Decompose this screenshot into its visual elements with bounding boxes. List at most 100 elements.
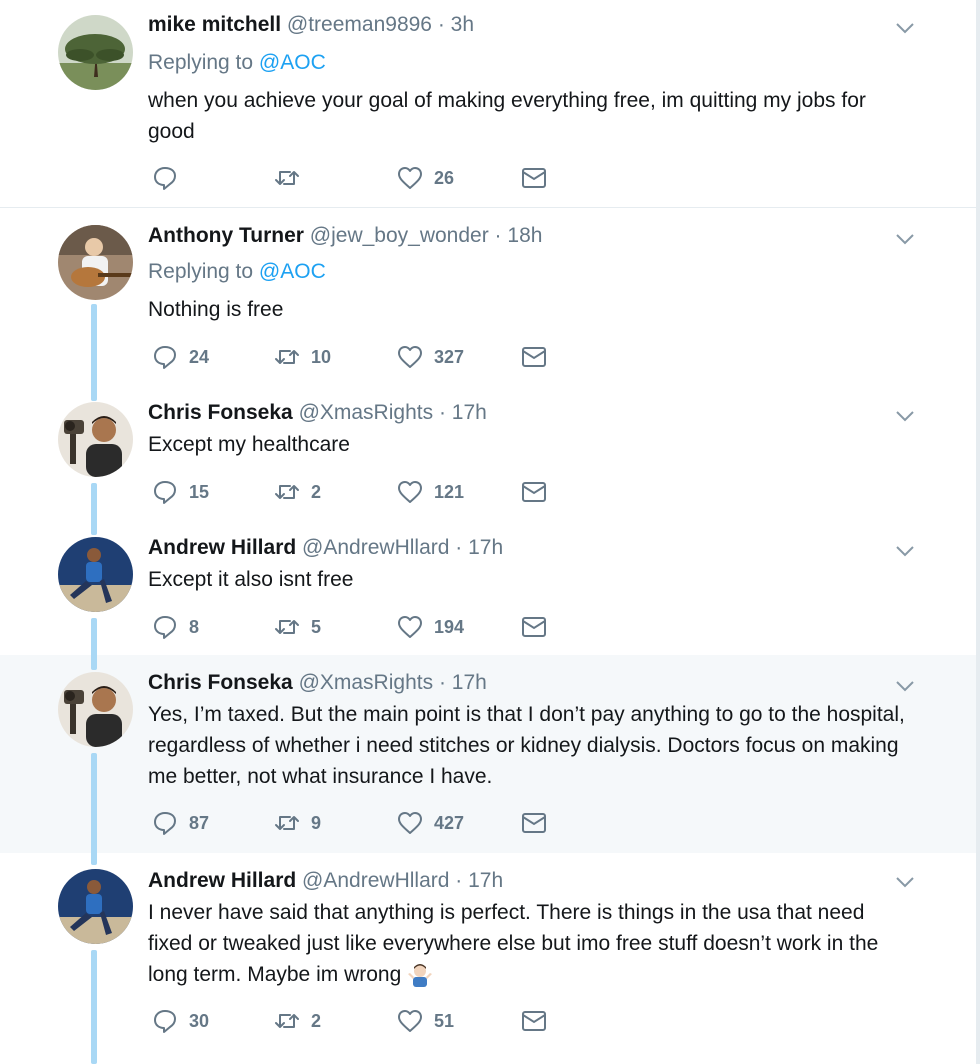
retweet-button[interactable]: 5 bbox=[273, 612, 321, 642]
tweet-actions: 30 2 51 bbox=[148, 1006, 568, 1036]
author-name[interactable]: Andrew Hillard bbox=[148, 869, 296, 892]
avatar[interactable] bbox=[58, 869, 133, 944]
replying-to: Replying to @AOC bbox=[148, 50, 326, 76]
author-handle[interactable]: @jew_boy_wonder bbox=[310, 224, 489, 247]
mention-link[interactable]: @AOC bbox=[259, 51, 326, 74]
chevron-down-icon[interactable] bbox=[893, 16, 917, 40]
tweet-actions: 87 9 427 bbox=[148, 808, 568, 838]
direct-message-button[interactable] bbox=[520, 163, 548, 193]
retweet-icon bbox=[275, 620, 299, 634]
envelope-icon bbox=[522, 168, 546, 188]
tweet-actions: 8 5 194 bbox=[148, 612, 568, 642]
envelope-icon bbox=[522, 617, 546, 637]
reply-button[interactable]: 15 bbox=[151, 477, 209, 507]
author-handle[interactable]: @treeman9896 bbox=[287, 13, 432, 36]
author-handle[interactable]: @XmasRights bbox=[299, 671, 434, 694]
separator: · bbox=[437, 13, 445, 36]
direct-message-button[interactable] bbox=[520, 808, 548, 838]
direct-message-button[interactable] bbox=[520, 477, 548, 507]
tweet-highlighted[interactable]: Chris Fonseka @XmasRights · 17h Yes, I’m… bbox=[0, 655, 976, 853]
retweet-icon bbox=[275, 1014, 299, 1028]
reply-button[interactable] bbox=[151, 163, 189, 193]
chevron-down-icon[interactable] bbox=[893, 539, 917, 563]
man-shrugging-emoji bbox=[408, 964, 433, 988]
chevron-down-icon[interactable] bbox=[893, 674, 917, 698]
like-button[interactable]: 51 bbox=[396, 1006, 454, 1036]
tweet[interactable]: Andrew Hillard @AndrewHllard · 17h Excep… bbox=[0, 520, 976, 655]
reply-icon bbox=[154, 481, 176, 504]
like-button[interactable]: 121 bbox=[396, 477, 464, 507]
reply-button[interactable]: 24 bbox=[151, 342, 209, 372]
direct-message-button[interactable] bbox=[520, 342, 548, 372]
like-button[interactable]: 194 bbox=[396, 612, 464, 642]
author-name[interactable]: Chris Fonseka bbox=[148, 401, 293, 424]
like-button[interactable]: 26 bbox=[396, 163, 454, 193]
timestamp[interactable]: 17h bbox=[468, 869, 503, 892]
retweet-button[interactable]: 2 bbox=[273, 1006, 321, 1036]
chevron-down-icon[interactable] bbox=[893, 870, 917, 894]
reply-count: 24 bbox=[189, 346, 210, 367]
tweet[interactable]: mike mitchell @treeman9896 · 3h Replying… bbox=[0, 0, 976, 207]
reply-icon bbox=[154, 167, 176, 190]
timestamp[interactable]: 17h bbox=[452, 671, 487, 694]
reply-icon bbox=[154, 812, 176, 835]
heart-icon bbox=[398, 616, 422, 638]
tweet-actions: 24 10 327 bbox=[148, 342, 568, 372]
heart-icon bbox=[398, 346, 422, 368]
like-button[interactable]: 427 bbox=[396, 808, 464, 838]
reply-button[interactable]: 87 bbox=[151, 808, 209, 838]
heart-icon bbox=[398, 167, 422, 189]
avatar[interactable] bbox=[58, 537, 133, 612]
thread-line bbox=[91, 950, 97, 1064]
envelope-icon bbox=[522, 1011, 546, 1031]
author-name[interactable]: mike mitchell bbox=[148, 13, 281, 36]
direct-message-button[interactable] bbox=[520, 612, 548, 642]
author-name[interactable]: Chris Fonseka bbox=[148, 671, 293, 694]
mention-link[interactable]: @AOC bbox=[259, 260, 326, 283]
timestamp[interactable]: 3h bbox=[451, 13, 474, 36]
separator: · bbox=[455, 536, 463, 559]
tweet-text: Except it also isnt free bbox=[148, 568, 354, 591]
timestamp[interactable]: 17h bbox=[452, 401, 487, 424]
chevron-down-icon[interactable] bbox=[893, 227, 917, 251]
like-button[interactable]: 327 bbox=[396, 342, 464, 372]
tweet-actions: 26 bbox=[148, 163, 568, 193]
separator: · bbox=[494, 224, 502, 247]
retweet-button[interactable] bbox=[273, 163, 311, 193]
avatar[interactable] bbox=[58, 225, 133, 300]
tweet[interactable]: Andrew Hillard @AndrewHllard · 17h I nev… bbox=[0, 853, 976, 1064]
retweet-count: 2 bbox=[311, 481, 322, 502]
like-count: 26 bbox=[434, 167, 455, 188]
tweet-text: when you achieve your goal of making eve… bbox=[148, 89, 866, 143]
author-handle[interactable]: @AndrewHllard bbox=[302, 536, 449, 559]
retweet-button[interactable]: 2 bbox=[273, 477, 321, 507]
avatar[interactable] bbox=[58, 402, 133, 477]
scrollbar-track[interactable] bbox=[976, 0, 980, 1064]
direct-message-button[interactable] bbox=[520, 1006, 548, 1036]
timestamp[interactable]: 18h bbox=[507, 224, 542, 247]
heart-icon bbox=[398, 481, 422, 503]
like-count: 194 bbox=[434, 616, 465, 637]
retweet-icon bbox=[275, 350, 299, 364]
reply-button[interactable]: 8 bbox=[151, 612, 199, 642]
tweet-text: Yes, I’m taxed. But the main point is th… bbox=[148, 703, 905, 788]
author-name[interactable]: Andrew Hillard bbox=[148, 536, 296, 559]
author-name[interactable]: Anthony Turner bbox=[148, 224, 304, 247]
timestamp[interactable]: 17h bbox=[468, 536, 503, 559]
reply-icon bbox=[154, 616, 176, 639]
tweet[interactable]: Anthony Turner @jew_boy_wonder · 18h Rep… bbox=[0, 208, 976, 385]
retweet-button[interactable]: 9 bbox=[273, 808, 321, 838]
reply-count: 87 bbox=[189, 812, 210, 833]
reply-button[interactable]: 30 bbox=[151, 1006, 209, 1036]
author-handle[interactable]: @XmasRights bbox=[299, 401, 434, 424]
avatar[interactable] bbox=[58, 672, 133, 747]
avatar[interactable] bbox=[58, 15, 133, 90]
chevron-down-icon[interactable] bbox=[893, 404, 917, 428]
tweet[interactable]: Chris Fonseka @XmasRights · 17h Except m… bbox=[0, 385, 976, 520]
author-handle[interactable]: @AndrewHllard bbox=[302, 869, 449, 892]
heart-icon bbox=[398, 1010, 422, 1032]
retweet-button[interactable]: 10 bbox=[273, 342, 331, 372]
replying-to: Replying to @AOC bbox=[148, 259, 326, 285]
tweet-text: Nothing is free bbox=[148, 298, 284, 321]
retweet-icon bbox=[275, 485, 299, 499]
